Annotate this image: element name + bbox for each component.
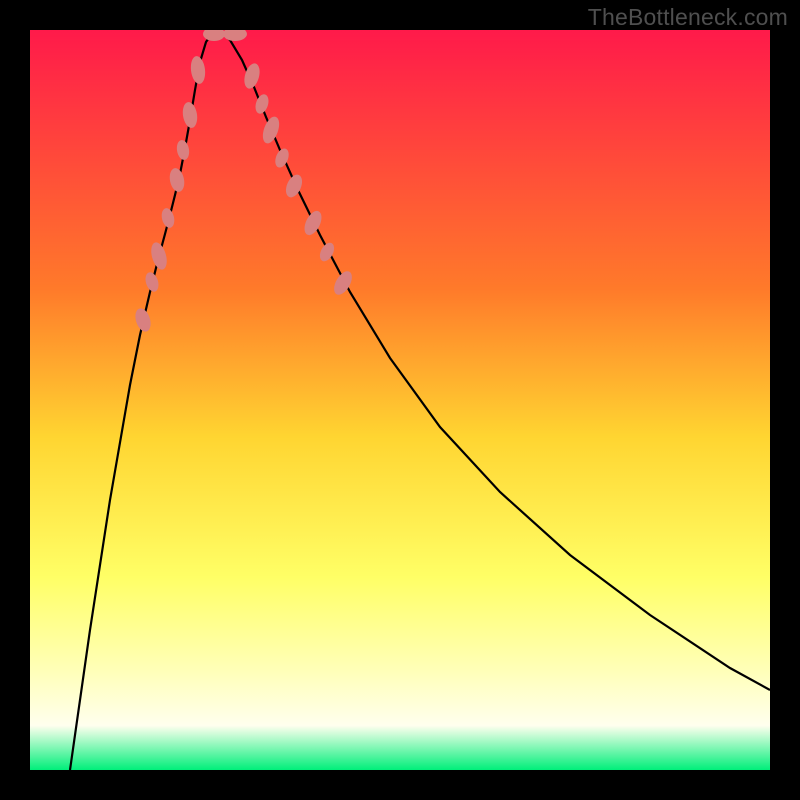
plot-area [30,30,770,770]
watermark-text: TheBottleneck.com [588,4,788,31]
gradient-bg [30,30,770,770]
chart-svg [30,30,770,770]
chart-frame: TheBottleneck.com [0,0,800,800]
